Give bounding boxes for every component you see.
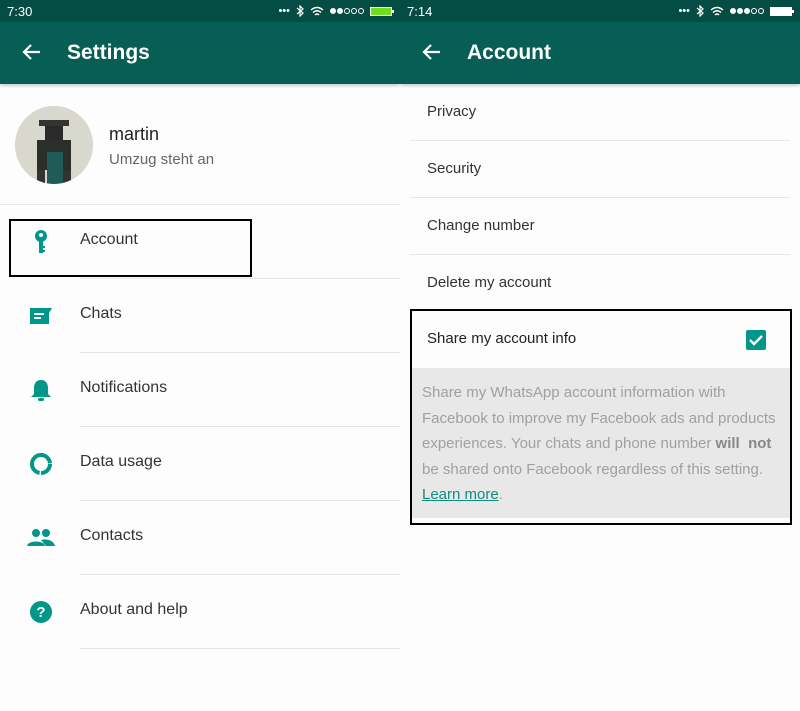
signal-dot <box>737 8 743 14</box>
menu-item-label: About and help <box>80 601 188 618</box>
back-arrow-icon[interactable] <box>20 40 44 64</box>
account-item-security[interactable]: Security <box>410 141 790 198</box>
wifi-icon <box>310 6 324 16</box>
profile-name: martin <box>109 124 160 144</box>
account-item-label: Change number <box>427 217 535 234</box>
menu-item-label: Notifications <box>80 379 168 396</box>
divider <box>80 648 400 649</box>
bluetooth-icon <box>696 5 704 17</box>
app-bar: Account <box>400 22 800 84</box>
battery-icon <box>370 6 394 16</box>
menu-item-data-usage[interactable]: Data usage <box>0 427 400 501</box>
account-item-label: Privacy <box>427 103 477 120</box>
menu-item-chats[interactable]: Chats <box>0 279 400 353</box>
status-time: 7:14 <box>407 4 433 19</box>
highlight-box <box>410 309 792 525</box>
signal-dot <box>730 8 736 14</box>
avatar-image <box>15 106 93 184</box>
bluetooth-icon <box>296 5 304 17</box>
account-item-delete-account[interactable]: Delete my account <box>410 255 790 312</box>
account-screen: 7:14 ••• Account Privacy Security Change… <box>400 0 800 711</box>
status-bar: 7:30 ••• <box>0 0 400 22</box>
account-item-label: Delete my account <box>427 274 552 291</box>
battery-icon <box>770 6 794 16</box>
data-usage-icon <box>27 451 55 477</box>
highlight-box <box>9 219 252 277</box>
menu-item-about-help[interactable]: ? About and help <box>0 575 400 649</box>
signal-dot <box>744 8 750 14</box>
page-title: Settings <box>67 41 150 64</box>
svg-text:?: ? <box>36 604 45 621</box>
page-title: Account <box>467 41 551 64</box>
signal-dot <box>330 8 336 14</box>
signal-dot <box>358 8 364 14</box>
avatar[interactable] <box>15 106 93 184</box>
status-bar: 7:14 ••• <box>400 0 800 22</box>
settings-screen: 7:30 ••• Settings martin Umzug steht an <box>0 0 400 711</box>
signal-dot <box>344 8 350 14</box>
menu-item-notifications[interactable]: Notifications <box>0 353 400 427</box>
status-time: 7:30 <box>7 4 33 19</box>
menu-item-contacts[interactable]: Contacts <box>0 501 400 575</box>
profile-section[interactable]: martin Umzug steht an <box>0 100 400 204</box>
app-bar: Settings <box>0 22 400 84</box>
contacts-icon <box>27 525 55 551</box>
more-notifications-icon: ••• <box>678 5 690 17</box>
wifi-icon <box>710 6 724 16</box>
account-item-label: Security <box>427 160 482 177</box>
account-item-change-number[interactable]: Change number <box>410 198 790 255</box>
menu-item-label: Data usage <box>80 453 162 470</box>
account-item-privacy[interactable]: Privacy <box>410 84 790 141</box>
more-notifications-icon: ••• <box>278 5 290 17</box>
back-arrow-icon[interactable] <box>420 40 444 64</box>
profile-status: Umzug steht an <box>109 151 215 168</box>
signal-strength-icon <box>330 8 364 14</box>
menu-item-label: Chats <box>80 305 122 322</box>
signal-dot <box>751 8 757 14</box>
signal-strength-icon <box>730 8 764 14</box>
signal-dot <box>758 8 764 14</box>
chat-icon <box>27 303 55 329</box>
signal-dot <box>337 8 343 14</box>
help-icon: ? <box>27 599 55 625</box>
menu-item-label: Contacts <box>80 527 144 544</box>
signal-dot <box>351 8 357 14</box>
bell-icon <box>27 377 55 403</box>
